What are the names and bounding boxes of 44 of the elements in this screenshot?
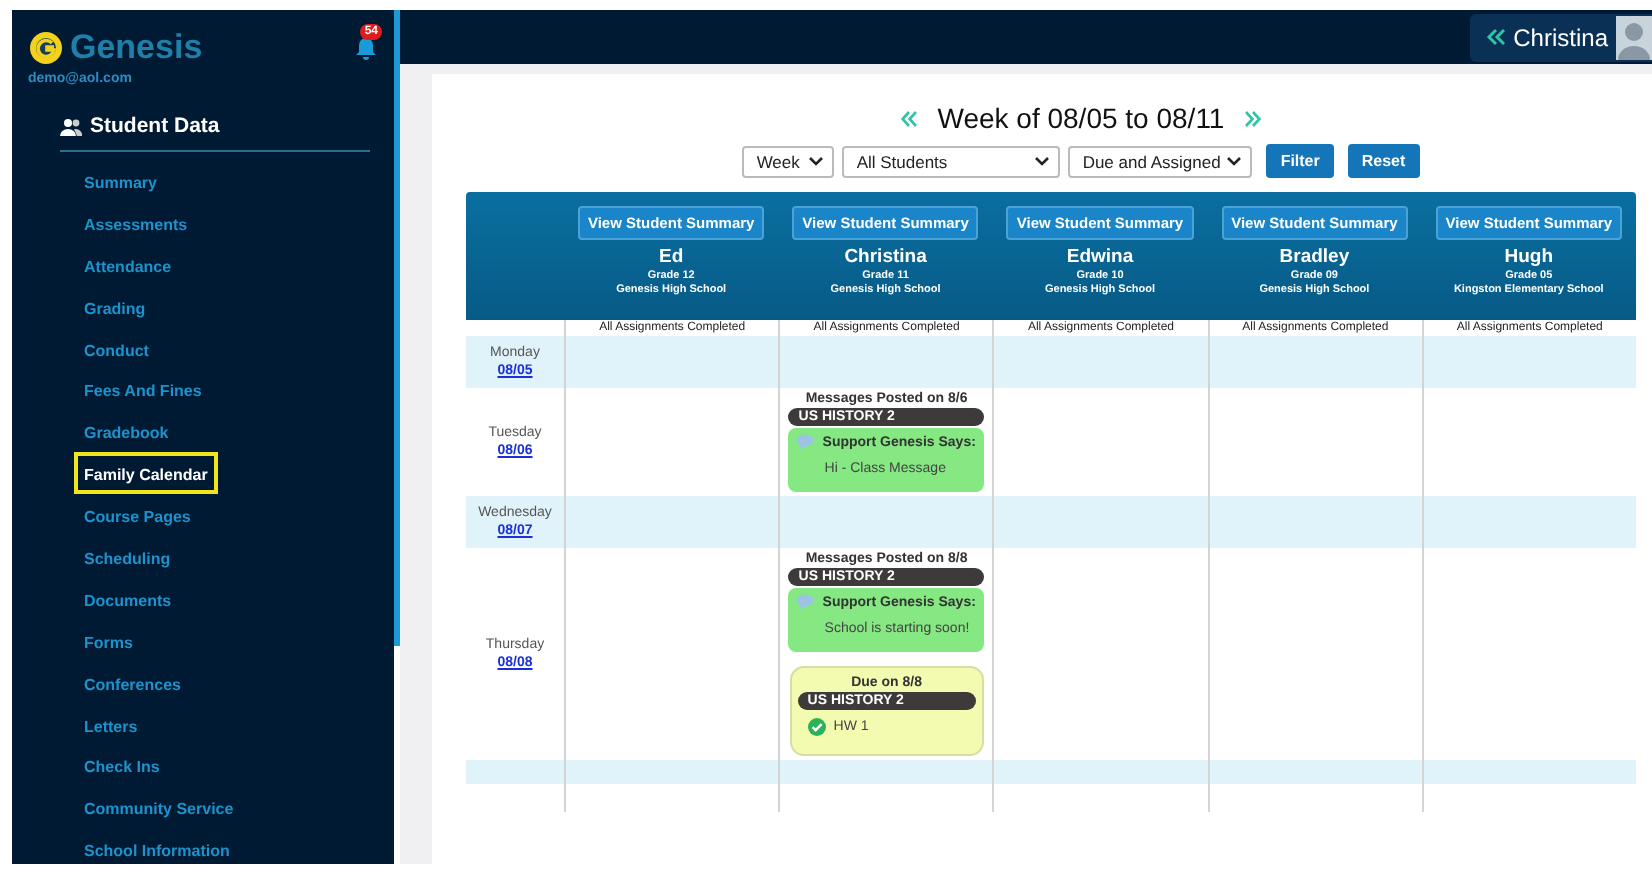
sidebar-item[interactable]: School Information (74, 828, 240, 871)
sidebar-item[interactable]: Family Calendar (74, 452, 218, 495)
caret-icon (808, 156, 825, 166)
caret-icon (1226, 156, 1243, 166)
sidebar-item[interactable]: Gradebook (74, 410, 179, 453)
double-chevron-left-icon (1485, 28, 1506, 46)
sidebar-item[interactable]: Conduct (74, 327, 159, 369)
sidebar-item[interactable]: Documents (74, 577, 182, 620)
caret-icon (1034, 156, 1051, 166)
sidebar-item[interactable]: Attendance (74, 243, 182, 286)
student-name: Christina (844, 246, 927, 268)
sidebar-item[interactable]: Assessments (74, 201, 198, 244)
logo-icon (28, 30, 64, 66)
sidebar-item[interactable]: Conferences (74, 661, 191, 704)
filter-button[interactable]: Filter (1266, 144, 1334, 178)
previous-week-icon[interactable] (899, 109, 918, 127)
dropdown[interactable]: Week (742, 145, 835, 177)
sidebar-item[interactable]: Forms (74, 619, 143, 662)
sidebar-item[interactable]: Scheduling (74, 536, 181, 578)
next-week-icon[interactable] (1244, 109, 1263, 127)
sidebar-item[interactable]: Community Service (74, 786, 244, 829)
reset-button[interactable]: Reset (1347, 144, 1420, 178)
sidebar-item[interactable]: Grading (74, 285, 156, 328)
avatar-silhouette[interactable] (1616, 15, 1652, 59)
student-name: Bradley (1279, 246, 1350, 268)
section-title: Student Data (90, 114, 220, 138)
student-name: Ed (659, 246, 684, 268)
dropdown[interactable]: All Students (842, 145, 1061, 177)
week-title: Week of 08/05 to 08/11 (937, 102, 1225, 134)
sidebar-item[interactable]: Check Ins (74, 744, 170, 787)
speech-bubble-icon (796, 434, 815, 450)
student-name: Hugh (1504, 246, 1554, 268)
student-name: Edwina (1066, 246, 1134, 268)
user-menu[interactable]: Christina (1469, 13, 1652, 61)
bell-icon[interactable] (354, 36, 378, 60)
people-icon (60, 117, 82, 135)
scrollbar[interactable] (394, 10, 400, 646)
speech-bubble-icon (796, 594, 815, 610)
sidebar-item[interactable]: Summary (74, 160, 167, 202)
dropdown[interactable]: Due and Assigned (1068, 145, 1253, 177)
sidebar-item[interactable]: Fees And Fines (74, 368, 212, 411)
sidebar-item[interactable]: Course Pages (74, 494, 201, 537)
logo-text: Genesis (70, 28, 203, 68)
sidebar-item[interactable]: Letters (74, 703, 148, 745)
